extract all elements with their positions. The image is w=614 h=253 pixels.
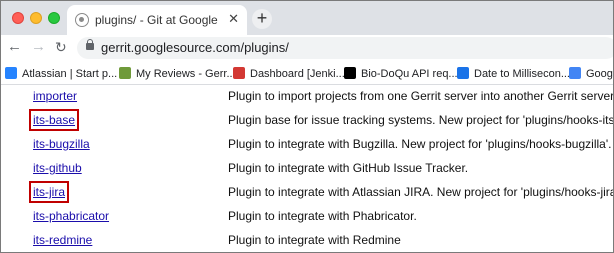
jenkins-icon: [233, 67, 245, 79]
google-translate-icon: [569, 67, 581, 79]
plugin-row: its-jira Plugin to integrate with Atlassi…: [1, 181, 614, 206]
close-window-button[interactable]: [12, 12, 24, 24]
notion-icon: [344, 67, 356, 79]
atlassian-icon: [5, 67, 17, 79]
bookmark-item[interactable]: Dashboard [Jenki...: [233, 67, 345, 80]
bookmark-item[interactable]: Bio-DoQu API req...: [344, 67, 458, 80]
plugin-description: Plugin base for issue tracking systems. …: [228, 113, 614, 127]
bookmark-item[interactable]: Googl: [569, 67, 613, 80]
plugin-row: its-base Plugin base for issue tracking s…: [1, 109, 614, 134]
plugin-description: Plugin to integrate with Redmine: [228, 233, 401, 247]
bookmark-item[interactable]: Date to Millisecon...: [457, 67, 570, 80]
bookmark-label: Date to Millisecon...: [474, 68, 570, 80]
minimize-window-button[interactable]: [30, 12, 42, 24]
bookmark-item[interactable]: Atlassian | Start p...: [5, 67, 117, 80]
plugin-description: Plugin to integrate with GitHub Issue Tr…: [228, 161, 469, 175]
bookmark-label: Atlassian | Start p...: [22, 68, 118, 80]
c-icon: [457, 67, 469, 79]
plugin-description: Plugin to integrate with Bugzilla. New p…: [228, 137, 612, 151]
bookmarks-bar: Atlassian | Start p... My Reviews - Gerr.…: [1, 61, 613, 85]
bookmark-label: Dashboard [Jenki...: [250, 68, 345, 80]
plugin-row: its-github Plugin to integrate with GitHu…: [1, 158, 613, 182]
close-tab-icon[interactable]: ✕: [228, 11, 239, 27]
plugin-description: Plugin to integrate with Phabricator.: [228, 209, 417, 223]
address-bar[interactable]: gerrit.googlesource.com/plugins/: [77, 37, 613, 59]
bookmark-label: My Reviews - Gerr...: [136, 68, 236, 80]
plugin-link[interactable]: its-base: [28, 109, 80, 131]
bookmark-label: Googl: [586, 68, 613, 80]
plugin-link[interactable]: its-phabricator: [33, 209, 109, 223]
plugin-row: its-bugzilla Plugin to integrate with Bug…: [1, 134, 613, 158]
plugin-link[interactable]: its-github: [33, 161, 82, 175]
plugin-link[interactable]: its-jira: [29, 181, 69, 203]
tab-active[interactable]: plugins/ - Git at Google ✕: [67, 5, 247, 35]
bookmark-item[interactable]: My Reviews - Gerr...: [119, 67, 236, 80]
plugin-link[interactable]: its-bugzilla: [33, 137, 90, 151]
plugin-list: importer Plugin to import projects from o…: [1, 86, 613, 252]
plugin-link[interactable]: importer: [33, 89, 77, 103]
new-tab-button[interactable]: +: [252, 9, 272, 29]
globe-icon: [75, 13, 89, 27]
url-text: gerrit.googlesource.com/plugins/: [101, 40, 289, 55]
plugin-row: its-redmine Plugin to integrate with Redm…: [1, 230, 613, 252]
plugin-link[interactable]: its-redmine: [33, 233, 92, 247]
lock-icon[interactable]: [86, 39, 94, 50]
plugin-row: its-phabricator Plugin to integrate with …: [1, 206, 613, 230]
browser-window: plugins/ - Git at Google ✕ + ← → ↻ gerri…: [0, 0, 614, 253]
forward-arrow-icon[interactable]: →: [31, 39, 46, 55]
plugin-description: Plugin to import projects from one Gerri…: [228, 89, 614, 103]
gerrit-icon: [119, 67, 131, 79]
tab-strip: plugins/ - Git at Google ✕ +: [1, 1, 613, 35]
maximize-window-button[interactable]: [48, 12, 60, 24]
bookmark-label: Bio-DoQu API req...: [361, 68, 458, 80]
reload-icon[interactable]: ↻: [55, 39, 67, 55]
back-arrow-icon[interactable]: ←: [7, 39, 22, 55]
plugin-description: Plugin to integrate with Atlassian JIRA.…: [228, 185, 614, 199]
plugin-row: importer Plugin to import projects from o…: [1, 86, 613, 110]
tab-title: plugins/ - Git at Google: [95, 13, 218, 27]
browser-toolbar: ← → ↻ gerrit.googlesource.com/plugins/: [1, 35, 613, 61]
